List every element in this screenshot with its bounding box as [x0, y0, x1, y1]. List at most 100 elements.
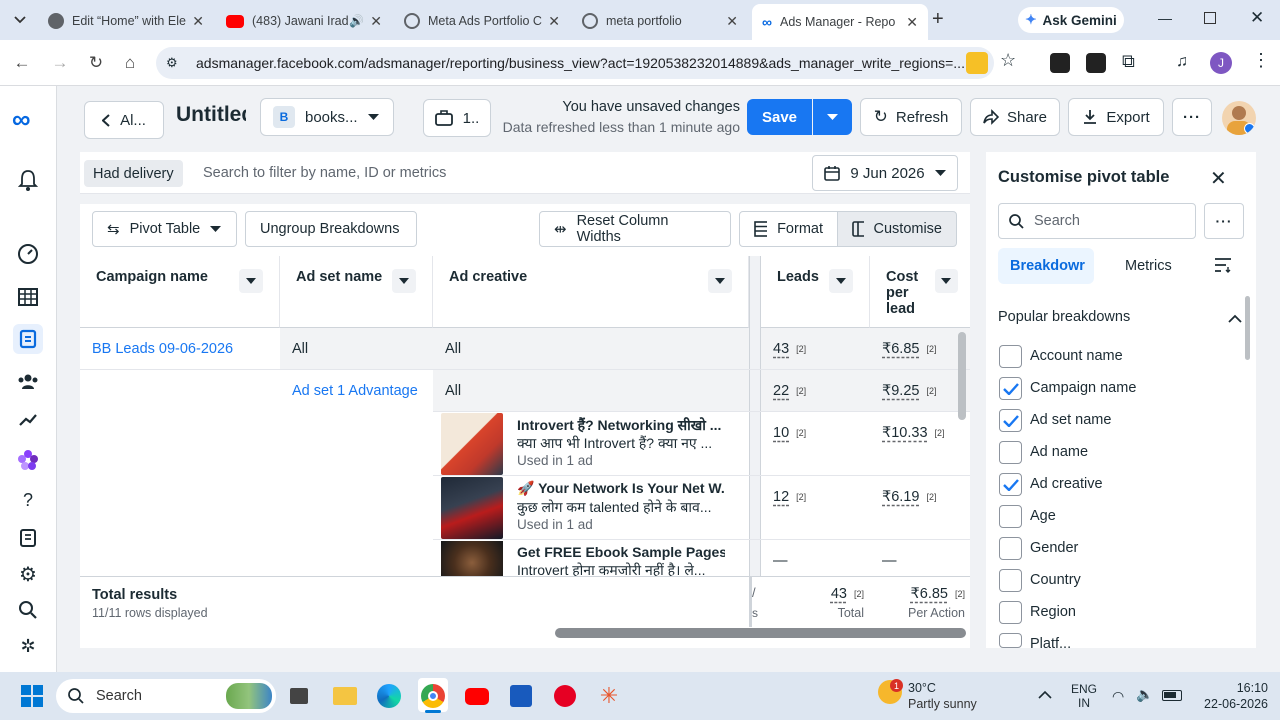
table-horizontal-scrollbar[interactable] — [555, 628, 966, 638]
filter-search-input[interactable]: Search to filter by name, ID or metrics — [203, 165, 446, 181]
chrome-icon[interactable] — [419, 682, 447, 710]
page-log-icon[interactable] — [14, 524, 42, 552]
column-header-campaign-name[interactable]: Campaign name — [80, 256, 280, 328]
maximize-button[interactable] — [1204, 12, 1216, 24]
breakdown-label[interactable]: Platf... — [1030, 636, 1071, 648]
leads-cell[interactable]: 10 [2] — [773, 425, 806, 441]
close-icon[interactable]: ✕ — [192, 13, 204, 30]
format-button[interactable]: Format — [739, 211, 838, 247]
breakdown-checkbox[interactable] — [999, 345, 1022, 368]
ask-gemini-button[interactable]: ✦ Ask Gemini — [1018, 7, 1124, 33]
ad-creative-title[interactable]: Introvert हैं? Networking सीखो ... — [517, 416, 725, 435]
browser-tab-active[interactable]: ∞ Ads Manager - Repo ✕ — [752, 4, 928, 40]
battery-icon[interactable] — [1162, 690, 1182, 701]
browser-menu-icon[interactable]: ⋮ — [1252, 50, 1270, 71]
weather-temperature[interactable]: 30°C — [908, 681, 936, 695]
caret-down-icon[interactable] — [829, 269, 853, 293]
breakdown-label[interactable]: Ad creative — [1030, 476, 1103, 492]
cpl-cell[interactable]: ₹6.85 [2] — [882, 341, 936, 357]
breakdown-label[interactable]: Age — [1030, 508, 1056, 524]
browser-tab-3[interactable]: Meta Ads Portfolio C ✕ — [394, 6, 570, 36]
reload-icon[interactable]: ↻ — [84, 52, 108, 74]
tab-breakdowns[interactable]: Breakdowr — [998, 248, 1094, 284]
pinterest-icon[interactable] — [551, 682, 579, 710]
forward-arrow-icon[interactable]: → — [48, 52, 72, 74]
home-icon[interactable]: ⌂ — [118, 52, 142, 74]
bookmark-star-icon[interactable]: ☆ — [1000, 50, 1016, 71]
report-title[interactable]: Untitled — [176, 103, 246, 127]
column-header-cost-per-lead[interactable]: Cost per lead — [870, 256, 970, 328]
ad-creative-thumbnail[interactable] — [441, 413, 503, 475]
ungroup-breakdowns-button[interactable]: Ungroup Breakdowns — [245, 211, 417, 247]
puzzle-icon[interactable]: ⧉ — [1122, 51, 1135, 72]
extension-icon[interactable] — [1086, 53, 1106, 73]
more-options-button[interactable]: ··· — [1172, 98, 1212, 136]
taskbar-search-box[interactable]: Search — [56, 679, 276, 713]
column-header-ad-set-name[interactable]: Ad set name — [280, 256, 433, 328]
table-vertical-scrollbar[interactable] — [958, 332, 966, 420]
breakdown-label[interactable]: Account name — [1030, 348, 1123, 364]
close-panel-icon[interactable]: ✕ — [1210, 166, 1227, 191]
address-bar[interactable]: adsmanager.facebook.com/adsmanager/repor… — [156, 47, 994, 79]
search-icon[interactable] — [14, 596, 42, 624]
edge-icon[interactable] — [375, 682, 403, 710]
breakdown-label[interactable]: Ad set name — [1030, 412, 1111, 428]
panel-more-button[interactable]: ··· — [1204, 203, 1244, 239]
customise-button[interactable]: Customise — [837, 211, 957, 247]
breakdown-checkbox[interactable] — [999, 473, 1022, 496]
tray-chevron-up-icon[interactable] — [1038, 686, 1052, 702]
caret-down-icon[interactable] — [392, 269, 416, 293]
window-close-button[interactable]: ✕ — [1250, 8, 1264, 28]
leads-cell[interactable]: 43 [2] — [773, 341, 806, 357]
campaigns-table-icon[interactable] — [14, 283, 42, 311]
file-explorer-icon[interactable] — [331, 682, 359, 710]
ad-creative-thumbnail[interactable] — [441, 541, 503, 576]
install-app-icon[interactable] — [966, 52, 988, 74]
breakdown-checkbox[interactable] — [999, 409, 1022, 432]
breakdown-checkbox[interactable] — [999, 633, 1022, 648]
export-button[interactable]: Export — [1068, 98, 1164, 136]
caret-down-icon[interactable] — [934, 269, 958, 293]
youtube-app-icon[interactable] — [463, 682, 491, 710]
breakdown-label[interactable]: Ad name — [1030, 444, 1088, 460]
breakdown-checkbox[interactable] — [999, 377, 1022, 400]
views-selector[interactable]: 1.. — [423, 99, 491, 137]
back-to-all-reports-button[interactable]: Al... — [84, 101, 164, 139]
campaign-name-link[interactable]: BB Leads 09-06-2026 — [92, 341, 233, 357]
reports-icon[interactable] — [13, 324, 43, 354]
breakdown-label[interactable]: Region — [1030, 604, 1076, 620]
close-icon[interactable]: ✕ — [726, 13, 738, 30]
clock-date[interactable]: 22-06-2026 — [1196, 697, 1268, 711]
weather-description[interactable]: Partly sunny — [908, 697, 977, 711]
tab-metrics[interactable]: Metrics — [1125, 258, 1172, 274]
column-header-leads[interactable]: Leads — [761, 256, 870, 328]
word-icon[interactable] — [507, 682, 535, 710]
ad-creative-title[interactable]: 🚀 Your Network Is Your Net W... — [517, 480, 725, 497]
back-arrow-icon[interactable]: ← — [10, 52, 34, 74]
starburst-app-icon[interactable]: ✳ — [595, 682, 623, 710]
breakdown-label[interactable]: Country — [1030, 572, 1081, 588]
minimize-button[interactable]: — — [1158, 10, 1172, 26]
had-delivery-filter-chip[interactable]: Had delivery — [84, 160, 183, 187]
share-button[interactable]: Share — [970, 98, 1060, 136]
refresh-button[interactable]: ↻ Refresh — [860, 98, 962, 136]
tab-search-button[interactable] — [8, 8, 32, 32]
clock-time[interactable]: 16:10 — [1218, 681, 1268, 695]
overview-gauge-icon[interactable] — [14, 240, 42, 268]
save-button[interactable]: Save — [747, 99, 812, 135]
settings-gear-icon[interactable]: ⚙ — [14, 560, 42, 588]
breakdown-checkbox[interactable] — [999, 537, 1022, 560]
media-control-icon[interactable]: ♫ — [1176, 53, 1188, 71]
cpl-cell[interactable]: ₹6.19 [2] — [882, 489, 936, 505]
browser-tab-4[interactable]: meta portfolio ✕ — [572, 6, 748, 36]
audiences-icon[interactable] — [14, 367, 42, 395]
breakdown-checkbox[interactable] — [999, 505, 1022, 528]
volume-icon[interactable]: 🔈 — [1136, 686, 1153, 703]
pivot-table-selector[interactable]: ⇆ Pivot Table — [92, 211, 237, 247]
close-icon[interactable]: ✕ — [906, 14, 918, 31]
breakdown-checkbox[interactable] — [999, 601, 1022, 624]
help-icon[interactable]: ? — [14, 486, 42, 514]
breakdown-label[interactable]: Gender — [1030, 540, 1078, 556]
column-header-ad-creative[interactable]: Ad creative — [433, 256, 749, 328]
save-options-button[interactable] — [813, 99, 852, 135]
